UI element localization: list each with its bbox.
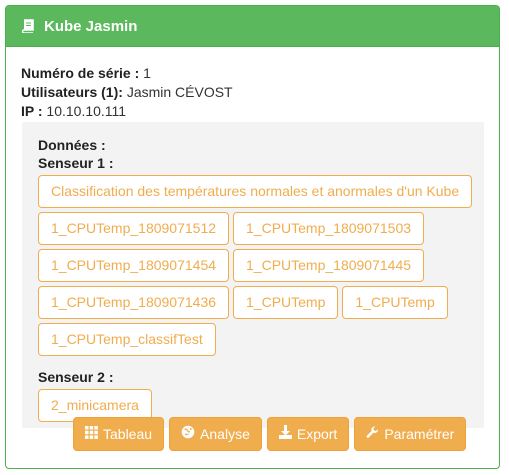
dataset-tag-cputemp-classiftest[interactable]: 1_CPUTemp_classifTest: [38, 323, 216, 356]
dataset-tag-cputemp-a[interactable]: 1_CPUTemp: [233, 286, 339, 319]
ip-line: IP : 10.10.10.111: [21, 102, 484, 121]
serial-value: 1: [143, 65, 151, 81]
dataset-tag-cputemp-b[interactable]: 1_CPUTemp: [342, 286, 448, 319]
ip-value: 10.10.10.111: [46, 103, 127, 119]
export-label: Export: [296, 426, 338, 442]
dataset-tag-cputemp-1809071454[interactable]: 1_CPUTemp_1809071454: [38, 249, 230, 282]
panel-body: Numéro de série : 1 Utilisateurs (1): Ja…: [6, 47, 499, 121]
dataset-tag-cputemp-1809071503[interactable]: 1_CPUTemp_1809071503: [233, 212, 425, 245]
ip-label: IP :: [21, 103, 43, 119]
tableau-button[interactable]: Tableau: [73, 417, 165, 451]
dataset-tag-cputemp-1809071445[interactable]: 1_CPUTemp_1809071445: [233, 249, 425, 282]
book-icon: [21, 19, 36, 34]
users-label: Utilisateurs (1):: [21, 84, 123, 100]
analyse-button[interactable]: Analyse: [169, 417, 262, 451]
panel-title: Kube Jasmin: [44, 17, 138, 35]
globe-icon: [181, 418, 200, 450]
data-well: Données : Senseur 1 : Classification des…: [22, 122, 484, 428]
grid-icon: [85, 418, 103, 450]
serial-line: Numéro de série : 1: [21, 64, 484, 83]
parametrer-button[interactable]: Paramétrer: [354, 417, 467, 451]
dataset-tag-classification[interactable]: Classification des températures normales…: [38, 175, 473, 208]
sensor2-label: Senseur 2 :: [38, 369, 114, 385]
data-label: Données :: [38, 137, 106, 153]
users-value: Jasmin CÉVOST: [126, 84, 233, 100]
tableau-label: Tableau: [103, 426, 153, 442]
wrench-icon: [366, 418, 384, 450]
dataset-tag-cputemp-1809071512[interactable]: 1_CPUTemp_1809071512: [38, 212, 230, 245]
export-button[interactable]: Export: [266, 417, 350, 451]
sensor1-tags: Classification des températures normales…: [38, 175, 476, 356]
users-line: Utilisateurs (1): Jasmin CÉVOST: [21, 83, 484, 102]
serial-label: Numéro de série :: [21, 65, 140, 81]
sensor1-label: Senseur 1 :: [38, 155, 114, 171]
action-buttons: Tableau Analyse Export Paramétrer: [73, 417, 467, 451]
data-well-inner: Données : Senseur 1 : Classification des…: [38, 136, 476, 422]
dataset-tag-cputemp-1809071436[interactable]: 1_CPUTemp_1809071436: [38, 286, 230, 319]
parametrer-label: Paramétrer: [384, 426, 455, 442]
download-icon: [278, 418, 297, 450]
panel-heading: Kube Jasmin: [6, 6, 499, 47]
kube-panel: Kube Jasmin Numéro de série : 1 Utilisat…: [5, 5, 500, 469]
analyse-label: Analyse: [200, 426, 250, 442]
